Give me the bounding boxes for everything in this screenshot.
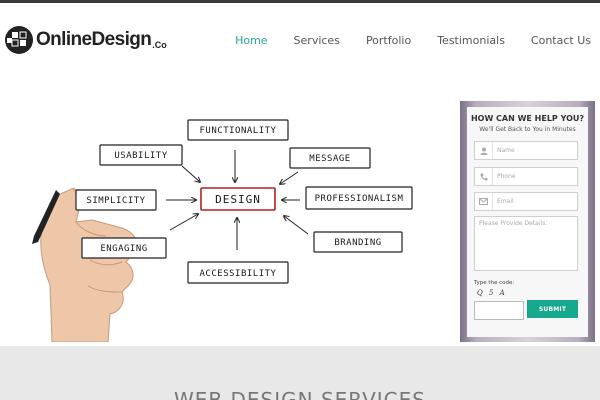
phone-icon	[475, 168, 493, 185]
name-field[interactable]	[474, 141, 578, 160]
email-field[interactable]	[474, 192, 578, 211]
nav-contact-us[interactable]: Contact Us	[531, 34, 591, 47]
services-section: WEB DESIGN SERVICES	[0, 346, 600, 400]
logo-suffix: .Co	[152, 40, 167, 50]
logo-mark-icon	[3, 24, 35, 56]
contact-form-panel: HOW CAN WE HELP YOU? We'll Get Back to Y…	[460, 101, 595, 342]
services-section-title: WEB DESIGN SERVICES	[174, 388, 426, 400]
submit-button[interactable]: SUBMIT	[527, 300, 578, 318]
hero-word-accessibility: ACCESSIBILITY	[200, 269, 277, 279]
code-label: Type the code:	[474, 280, 515, 286]
contact-form: HOW CAN WE HELP YOU? We'll Get Back to Y…	[467, 107, 588, 337]
nav-home[interactable]: Home	[235, 34, 267, 47]
email-input[interactable]	[493, 194, 577, 209]
hero-word-professionalism: PROFESSIONALISM	[315, 194, 404, 204]
phone-field[interactable]	[474, 167, 578, 186]
hand-illustration	[32, 187, 138, 342]
hero-word-simplicity: SIMPLICITY	[86, 196, 145, 206]
hero-word-functionality: FUNCTIONALITY	[200, 126, 277, 136]
form-title: HOW CAN WE HELP YOU?	[470, 114, 585, 123]
hero-word-branding: BRANDING	[334, 238, 381, 248]
main-nav: Home Services Portfolio Testimonials Con…	[209, 34, 591, 47]
hero-word-message: MESSAGE	[309, 154, 350, 164]
captcha-input[interactable]	[474, 301, 524, 320]
hero-word-design: DESIGN	[215, 193, 261, 206]
name-input[interactable]	[493, 143, 577, 158]
top-border	[0, 0, 600, 3]
phone-input[interactable]	[493, 169, 577, 184]
site-logo[interactable]: OnlineDesign .Co	[3, 24, 167, 56]
form-subtitle: We'll Get Back to You in Minutes	[479, 126, 576, 133]
hero-word-usability: USABILITY	[114, 151, 167, 161]
nav-portfolio[interactable]: Portfolio	[366, 34, 411, 47]
nav-services[interactable]: Services	[294, 34, 340, 47]
nav-testimonials[interactable]: Testimonials	[437, 34, 505, 47]
user-icon	[475, 142, 493, 159]
hero-word-engaging: ENGAGING	[100, 244, 147, 254]
envelope-icon	[475, 193, 493, 210]
hero-illustration: FUNCTIONALITY USABILITY MESSAGE SIMPLICI…	[30, 110, 450, 342]
logo-text: OnlineDesign	[36, 29, 152, 50]
details-textarea[interactable]	[474, 216, 578, 271]
captcha-image: Q 5 A	[477, 289, 507, 297]
